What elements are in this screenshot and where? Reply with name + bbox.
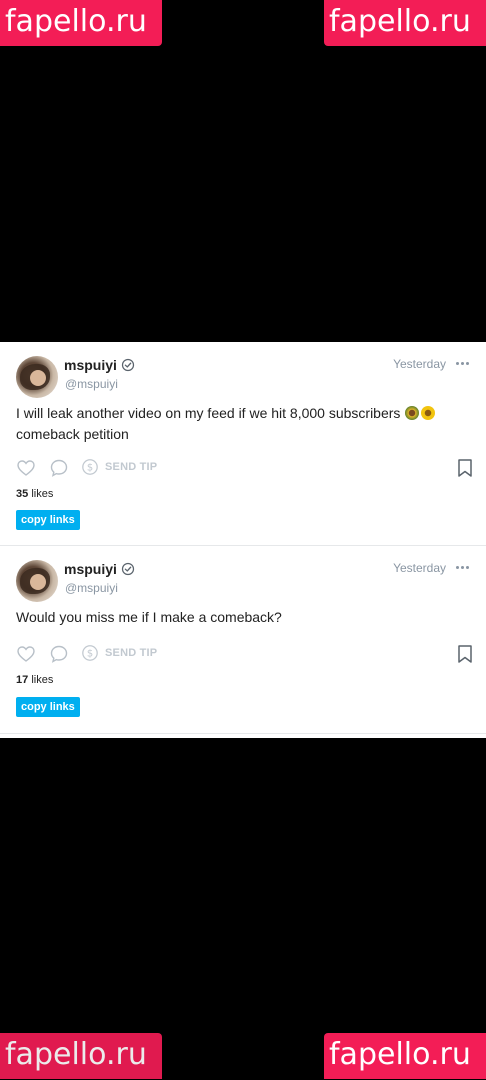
likes-count[interactable]: 35 likes [16,488,53,500]
sunflower-emoji-icon [421,406,436,420]
post-text-main: Would you miss me if I make a comeback? [16,609,282,625]
author-handle[interactable]: @mspuiyi [65,377,118,391]
feed: mspuiyi @mspuiyi Yesterday I will leak a… [0,342,486,738]
watermark-top-right: fapello.ru [324,0,486,46]
avatar-face [30,370,46,386]
watermark-bottom-right: fapello.ru [324,1033,486,1079]
author-row: mspuiyi [64,561,135,577]
post-card: mspuiyi @mspuiyi Yesterday I will leak a… [0,342,486,546]
likes-label: likes [31,488,54,500]
watermark-bottom-left: fapello.ru [0,1033,162,1079]
comment-icon[interactable] [49,644,69,664]
likes-number: 17 [16,674,29,686]
verified-icon [121,358,135,372]
post-text: I will leak another video on my feed if … [16,403,476,445]
more-options-icon[interactable] [456,562,472,572]
post-text-main: I will leak another video on my feed if … [16,405,401,421]
heart-icon[interactable] [16,644,36,664]
svg-text:$: $ [87,649,93,660]
author-row: mspuiyi [64,357,135,373]
post-actions: $ SEND TIP [16,644,476,664]
avatar[interactable] [16,560,58,602]
avatar[interactable] [16,356,58,398]
page: fapello.ru fapello.ru mspuiyi @mspuiyi Y… [0,0,486,1080]
dollar-icon: $ [82,459,98,475]
send-tip-button[interactable]: $ SEND TIP [81,644,157,662]
post-time[interactable]: Yesterday [393,561,446,575]
post-text: Would you miss me if I make a comeback? [16,607,476,628]
likes-number: 35 [16,488,29,500]
post-text-tail: comeback petition [16,426,129,442]
likes-count[interactable]: 17 likes [16,674,53,686]
author-name[interactable]: mspuiyi [64,357,117,373]
avatar-face [30,574,46,590]
svg-text:$: $ [87,463,93,474]
send-tip-button[interactable]: $ SEND TIP [81,458,157,476]
post-card: mspuiyi @mspuiyi Yesterday Would you mis… [0,546,486,734]
author-name[interactable]: mspuiyi [64,561,117,577]
bookmark-icon[interactable] [456,644,474,664]
comment-icon[interactable] [49,458,69,478]
heart-icon[interactable] [16,458,36,478]
post-actions: $ SEND TIP [16,458,476,478]
watermark-top-left: fapello.ru [0,0,162,46]
post-time[interactable]: Yesterday [393,357,446,371]
copy-links-button[interactable]: copy links [16,510,80,530]
send-tip-label: SEND TIP [105,647,158,659]
more-options-icon[interactable] [456,358,472,368]
verified-icon [121,562,135,576]
sunflower-pot-emoji-icon [405,406,420,420]
copy-links-button[interactable]: copy links [16,697,80,717]
dollar-icon: $ [82,645,98,661]
author-handle[interactable]: @mspuiyi [65,581,118,595]
send-tip-label: SEND TIP [105,461,158,473]
likes-label: likes [31,674,54,686]
bookmark-icon[interactable] [456,458,474,478]
